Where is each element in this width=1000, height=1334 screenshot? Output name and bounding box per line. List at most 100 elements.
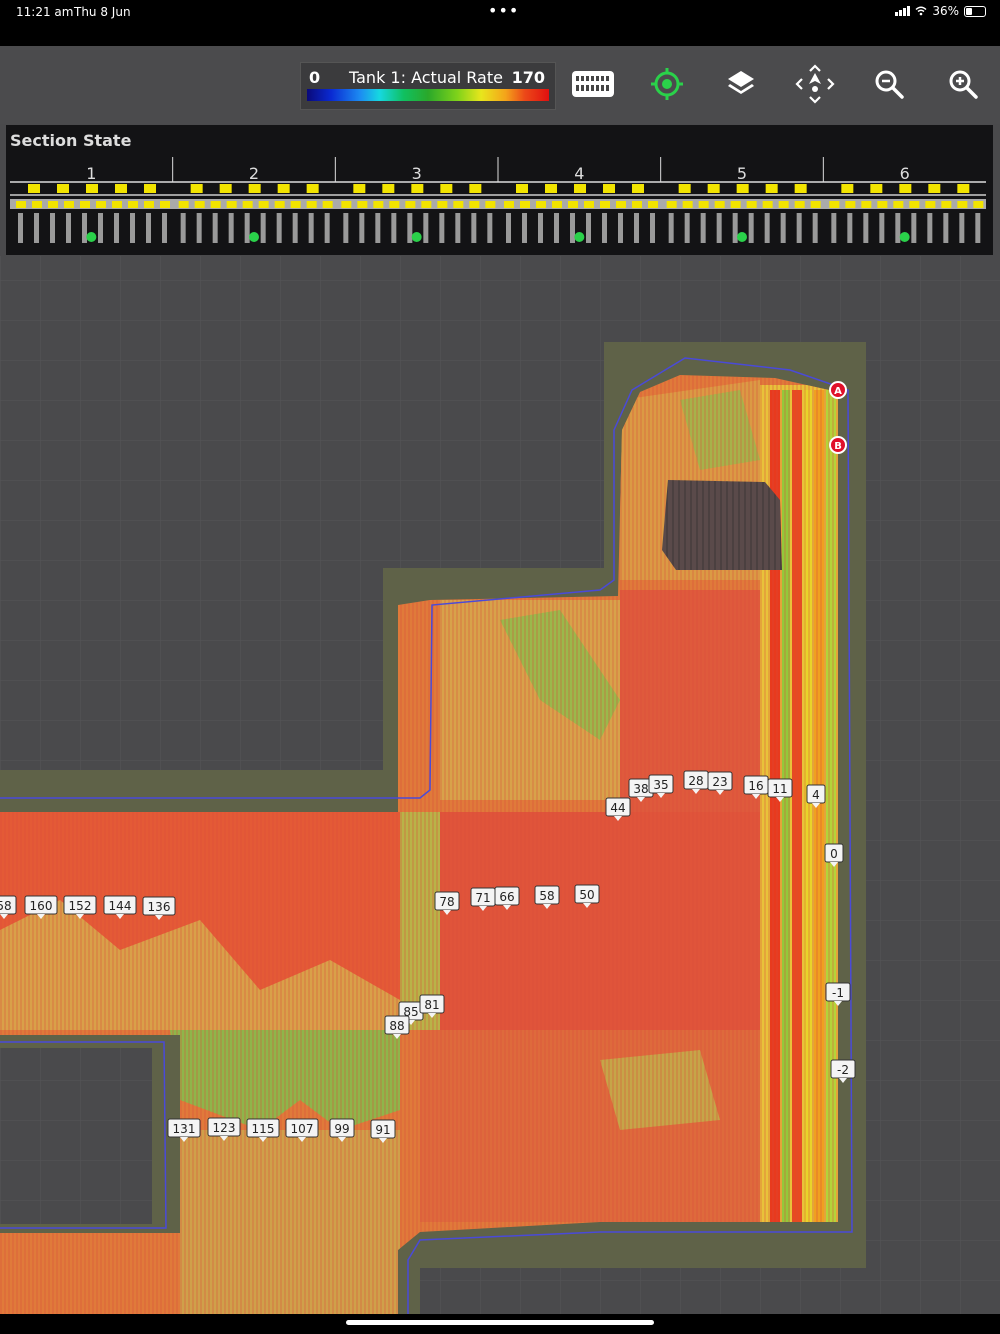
row-unit-light	[226, 201, 237, 208]
zoom-out-button[interactable]	[864, 64, 914, 104]
row-unit-shank	[34, 213, 39, 243]
row-unit-top	[115, 184, 127, 193]
section-number: 2	[249, 164, 259, 183]
center-on-machine-icon	[651, 68, 683, 100]
row-unit-top	[603, 184, 615, 193]
row-unit-light	[600, 201, 610, 208]
section-state-panel[interactable]: Section State 123456	[6, 125, 993, 255]
svg-text:0: 0	[830, 847, 838, 861]
row-unit-light	[829, 201, 840, 208]
row-unit-top	[382, 184, 395, 193]
status-bar: 11:21 am Thu 8 Jun ••• 36%	[0, 0, 1000, 46]
row-unit-shank	[359, 213, 365, 243]
svg-text:44: 44	[610, 801, 625, 815]
row-unit-top	[469, 184, 482, 193]
layers-button[interactable]	[716, 64, 766, 104]
row-unit-light	[258, 201, 269, 208]
row-unit-shank	[455, 213, 461, 243]
row-unit-shank	[764, 213, 770, 243]
row-unit-light	[909, 201, 920, 208]
pan-arrows-icon	[795, 64, 835, 104]
row-unit-light	[32, 201, 42, 208]
row-unit-shank	[684, 213, 690, 243]
row-unit-light	[810, 201, 821, 208]
row-unit-light	[144, 201, 154, 208]
row-unit-top	[440, 184, 453, 193]
pan-button[interactable]	[790, 64, 840, 104]
section-status-dot	[249, 232, 259, 242]
row-unit-shank	[780, 213, 786, 243]
row-unit-shank	[66, 213, 71, 243]
row-unit-light	[112, 201, 122, 208]
row-unit-top	[765, 184, 778, 193]
row-unit-light	[698, 201, 709, 208]
row-unit-top	[928, 184, 941, 193]
zoom-out-icon	[875, 70, 904, 99]
row-unit-shank	[114, 213, 119, 243]
svg-text:123: 123	[213, 1121, 236, 1135]
row-unit-top	[28, 184, 40, 193]
row-unit-light	[584, 201, 594, 208]
row-unit-top	[57, 184, 69, 193]
row-unit-shank	[668, 213, 674, 243]
row-unit-shank	[586, 213, 591, 243]
row-unit-shank	[276, 213, 282, 243]
svg-text:-2: -2	[837, 1063, 849, 1077]
row-unit-view-button[interactable]	[568, 64, 618, 104]
svg-text:35: 35	[653, 778, 668, 792]
section-number: 6	[900, 164, 910, 183]
row-unit-light	[794, 201, 805, 208]
svg-text:11: 11	[772, 782, 787, 796]
rate-legend[interactable]: 0 Tank 1: Actual Rate 170	[300, 62, 556, 110]
row-unit-shank	[244, 213, 250, 243]
svg-text:107: 107	[291, 1122, 314, 1136]
legend-max: 170	[511, 68, 545, 87]
row-unit-light	[973, 201, 984, 208]
home-indicator[interactable]	[346, 1320, 654, 1325]
row-unit-light	[128, 201, 138, 208]
row-unit-top	[841, 184, 854, 193]
row-unit-light	[306, 201, 317, 208]
svg-text:66: 66	[499, 890, 514, 904]
row-unit-shank	[700, 213, 706, 243]
row-unit-top	[574, 184, 586, 193]
row-unit-light	[437, 201, 448, 208]
row-unit-light	[616, 201, 626, 208]
row-unit-light	[341, 201, 352, 208]
svg-text:144: 144	[109, 899, 132, 913]
row-unit-shank	[487, 213, 493, 243]
row-unit-shank	[796, 213, 802, 243]
row-unit-light	[666, 201, 677, 208]
row-unit-shank	[959, 213, 965, 243]
svg-text:4: 4	[812, 788, 820, 802]
section-number: 1	[86, 164, 96, 183]
multitask-dots-icon[interactable]: •••	[488, 1, 519, 20]
section-status-dot	[411, 232, 422, 242]
row-unit-shank	[716, 213, 722, 243]
ab-point-a[interactable]: A	[829, 381, 847, 399]
row-unit-light	[861, 201, 872, 208]
legend-title: Tank 1: Actual Rate	[349, 68, 503, 87]
coverage-map[interactable]: A B 38 35 28 23 16 11 444058 160 152 144 136 78 71 66…	[0, 256, 1000, 1314]
section-number: 5	[737, 164, 747, 183]
row-unit-top	[219, 184, 232, 193]
row-unit-top	[516, 184, 528, 193]
row-unit-light	[552, 201, 562, 208]
row-unit-view-icon	[572, 71, 614, 97]
zoom-in-button[interactable]	[938, 64, 988, 104]
row-unit-shank	[812, 213, 818, 243]
section-status-dot	[737, 232, 747, 242]
row-unit-top	[870, 184, 883, 193]
row-unit-top	[144, 184, 156, 193]
row-unit-top	[632, 184, 644, 193]
row-unit-shank	[146, 213, 151, 243]
row-unit-light	[322, 201, 333, 208]
ab-point-b[interactable]: B	[829, 436, 847, 454]
svg-text:81: 81	[424, 998, 439, 1012]
row-unit-top	[707, 184, 720, 193]
row-unit-top	[306, 184, 319, 193]
row-unit-shank	[831, 213, 837, 243]
row-unit-shank	[895, 213, 901, 243]
section-status-dot	[86, 232, 97, 242]
center-on-machine-button[interactable]	[642, 64, 692, 104]
